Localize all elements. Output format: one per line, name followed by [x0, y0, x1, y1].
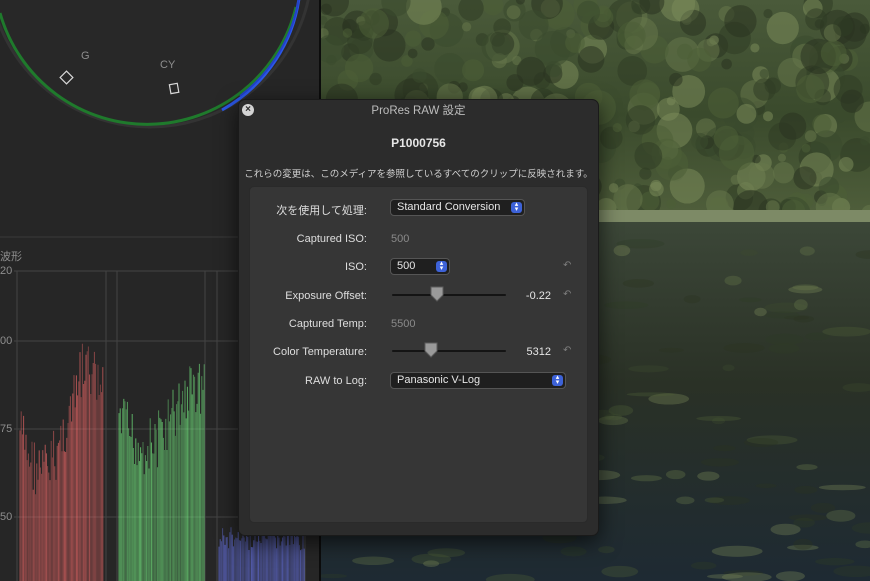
close-button[interactable]: ×	[242, 104, 254, 116]
waveform-scale-label: 20	[0, 265, 13, 277]
wheel-label-g: G	[81, 50, 90, 62]
settings-box: 次を使用して処理: Standard Conversion ▴ ▾ Capture…	[249, 186, 588, 523]
process-value: Standard Conversion	[397, 201, 501, 213]
color-temp-value[interactable]: 5312	[507, 346, 551, 358]
captured-temp-label: Captured Temp:	[288, 318, 367, 330]
process-label: 次を使用して処理:	[276, 205, 367, 217]
popup-arrows-icon: ▴ ▾	[511, 201, 522, 213]
color-temp-reset-icon[interactable]: ↶	[563, 346, 573, 356]
captured-iso-label: Captured ISO:	[296, 233, 367, 245]
exposure-slider-thumb[interactable]	[430, 286, 444, 302]
iso-reset-icon[interactable]: ↶	[563, 261, 573, 271]
media-name: P1000756	[391, 136, 446, 150]
captured-iso-value: 500	[391, 233, 410, 245]
notice-text: これらの変更は、このメディアを参照しているすべてのクリップに反映されます。	[244, 169, 593, 180]
iso-value: 500	[397, 260, 416, 272]
exposure-label: Exposure Offset:	[285, 290, 367, 302]
captured-temp-value: 5500	[391, 318, 416, 330]
popup-arrows-icon: ▴ ▾	[552, 374, 563, 386]
process-popup[interactable]: Standard Conversion ▴ ▾	[390, 199, 525, 216]
exposure-reset-icon[interactable]: ↶	[563, 290, 573, 300]
iso-popup[interactable]: 500 ▴ ▾	[390, 258, 450, 275]
color-temp-label: Color Temperature:	[273, 346, 367, 358]
waveform-scale-label: 00	[0, 335, 13, 347]
wheel-label-cy: CY	[160, 59, 176, 71]
popup-arrows-icon: ▴ ▾	[436, 260, 447, 272]
dialog-title: ProRes RAW 設定	[371, 105, 466, 117]
waveform-scale-label: 75	[0, 423, 13, 435]
raw-to-log-label: RAW to Log:	[305, 375, 367, 387]
prores-raw-settings-dialog: ProRes RAW 設定 × P1000756 これらの変更は、このメディアを…	[238, 99, 599, 536]
exposure-slider[interactable]	[392, 294, 506, 296]
color-temp-slider[interactable]	[392, 350, 506, 352]
close-icon: ×	[245, 104, 251, 115]
waveform-scale-label: 50	[0, 511, 13, 523]
exposure-value[interactable]: -0.22	[507, 290, 551, 302]
raw-to-log-popup[interactable]: Panasonic V-Log ▴ ▾	[390, 372, 566, 389]
raw-to-log-value: Panasonic V-Log	[397, 374, 481, 386]
color-temp-slider-thumb[interactable]	[424, 342, 438, 358]
iso-label: ISO:	[344, 261, 367, 273]
